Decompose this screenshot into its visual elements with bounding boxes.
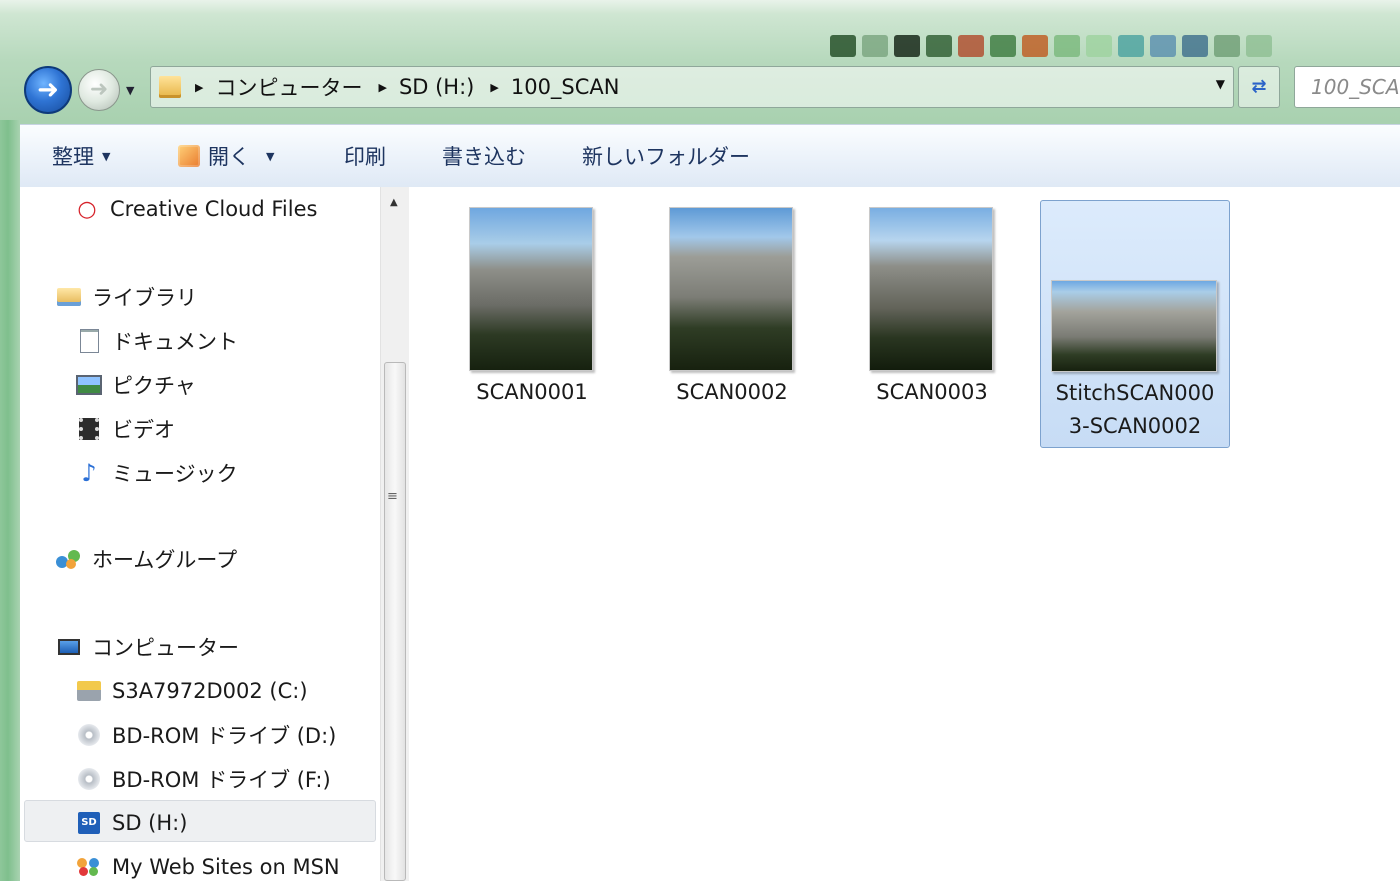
nav-item-libraries[interactable]: ライブラリ — [56, 280, 197, 314]
music-note-icon: ♪ — [81, 459, 97, 487]
address-bar[interactable]: ▶ コンピューター ▶ SD (H:) ▶ 100_SCAN ▼ — [150, 66, 1234, 108]
optical-disc-icon — [76, 766, 102, 792]
nav-scrollbar[interactable]: ▲ ≡ — [380, 187, 409, 881]
print-label: 印刷 — [344, 145, 386, 169]
scrollbar-grip-icon: ≡ — [387, 489, 398, 504]
image-thumbnail — [669, 207, 793, 371]
new-folder-button[interactable]: 新しいフォルダー — [582, 141, 750, 171]
taskbar-preview-strip — [830, 26, 1400, 66]
breadcrumb-arrow-icon[interactable]: ▶ — [490, 81, 498, 94]
document-icon — [76, 328, 102, 354]
burn-label: 書き込む — [442, 145, 526, 169]
nav-item-homegroup[interactable]: ホームグループ — [56, 542, 237, 576]
file-name: SCAN0003 — [876, 380, 988, 404]
recent-pages-dropdown-icon[interactable]: ▼ — [126, 84, 134, 97]
homegroup-icon — [56, 546, 82, 572]
nav-item-computer[interactable]: コンピューター — [56, 630, 239, 664]
sd-card-icon: SD — [76, 810, 102, 836]
open-label: 開く — [208, 145, 250, 169]
organize-label: 整理 — [52, 145, 94, 169]
film-icon — [76, 416, 102, 442]
nav-item-pictures[interactable]: ピクチャ — [76, 368, 196, 402]
chevron-down-icon: ▼ — [102, 149, 111, 163]
forward-button[interactable]: ➜ — [78, 69, 120, 111]
organize-button[interactable]: 整理 ▼ — [52, 141, 110, 171]
nav-item-label: BD-ROM ドライブ (D:) — [112, 724, 337, 748]
breadcrumb-computer[interactable]: コンピューター — [215, 72, 362, 102]
nav-item-drive-h[interactable]: SD SD (H:) — [76, 806, 187, 840]
nav-item-label: My Web Sites on MSN — [112, 855, 340, 879]
image-thumbnail — [1051, 280, 1217, 372]
file-item[interactable]: SCAN0001 — [457, 201, 607, 431]
breadcrumb-arrow-icon[interactable]: ▶ — [378, 81, 386, 94]
file-item[interactable]: SCAN0002 — [657, 201, 807, 431]
nav-item-msn[interactable]: My Web Sites on MSN — [76, 850, 340, 884]
back-button[interactable]: ➜ — [24, 66, 72, 114]
scroll-up-icon[interactable]: ▲ — [390, 197, 398, 208]
nav-item-label: SD (H:) — [112, 811, 188, 835]
file-name: SCAN0002 — [676, 380, 788, 404]
nav-item-label: Creative Cloud Files — [110, 197, 318, 221]
nav-item-label: BD-ROM ドライブ (F:) — [112, 768, 331, 792]
sd-card-badge: SD — [78, 812, 100, 834]
nav-item-drive-f[interactable]: BD-ROM ドライブ (F:) — [76, 762, 331, 796]
nav-item-label: ドキュメント — [112, 330, 238, 354]
scrollbar-thumb[interactable] — [384, 362, 406, 881]
file-list-pane: SCAN0001 SCAN0002 SCAN0003 StitchSCAN000… — [409, 187, 1400, 881]
window-frame-left — [0, 120, 20, 881]
open-app-icon — [178, 145, 200, 167]
print-button[interactable]: 印刷 — [344, 141, 386, 171]
nav-item-label: ライブラリ — [92, 286, 197, 310]
breadcrumb-arrow-icon[interactable]: ▶ — [195, 81, 203, 94]
chevron-down-icon: ▼ — [266, 149, 275, 163]
nav-item-label: ミュージック — [112, 462, 238, 486]
nav-item-label: ビデオ — [112, 418, 175, 442]
windows-drive-icon — [76, 678, 102, 704]
open-button[interactable]: 開く ▼ — [178, 141, 274, 171]
libraries-icon — [56, 284, 82, 310]
file-name: StitchSCAN0003-SCAN0002 — [1055, 381, 1215, 438]
nav-item-label: コンピューター — [92, 636, 239, 660]
nav-item-videos[interactable]: ビデオ — [76, 412, 175, 446]
nav-item-label: ピクチャ — [112, 374, 196, 398]
new-folder-label: 新しいフォルダー — [582, 145, 750, 169]
optical-disc-icon — [76, 722, 102, 748]
file-name: SCAN0001 — [476, 380, 588, 404]
breadcrumb-sd-drive[interactable]: SD (H:) — [399, 75, 474, 99]
breadcrumb-current-folder[interactable]: 100_SCAN — [511, 75, 620, 99]
burn-button[interactable]: 書き込む — [442, 141, 526, 171]
computer-icon — [56, 634, 82, 660]
image-thumbnail — [869, 207, 993, 371]
nav-item-drive-d[interactable]: BD-ROM ドライブ (D:) — [76, 718, 336, 752]
nav-item-music[interactable]: ♪ ミュージック — [76, 456, 238, 490]
address-dropdown-icon[interactable]: ▼ — [1216, 77, 1225, 91]
nav-item-drive-c[interactable]: S3A7972D002 (C:) — [76, 674, 308, 708]
nav-item-label: S3A7972D002 (C:) — [112, 679, 308, 703]
creative-cloud-icon: ○ — [77, 196, 97, 222]
image-thumbnail — [469, 207, 593, 371]
command-bar: 整理 ▼ 開く ▼ 印刷 書き込む 新しいフォルダー — [20, 124, 1400, 188]
nav-item-label: ホームグループ — [92, 548, 238, 572]
nav-item-documents[interactable]: ドキュメント — [76, 324, 238, 358]
pictures-icon — [76, 372, 102, 398]
refresh-button[interactable]: ⇄ — [1238, 66, 1280, 108]
folder-icon — [159, 76, 181, 98]
file-item-selected[interactable]: StitchSCAN0003-SCAN0002 — [1040, 200, 1230, 448]
msn-butterfly-icon — [76, 854, 102, 880]
search-input[interactable]: 100_SCA — [1294, 66, 1400, 108]
file-item[interactable]: SCAN0003 — [857, 201, 1007, 431]
nav-item-creative-cloud[interactable]: ○ Creative Cloud Files — [74, 192, 317, 226]
